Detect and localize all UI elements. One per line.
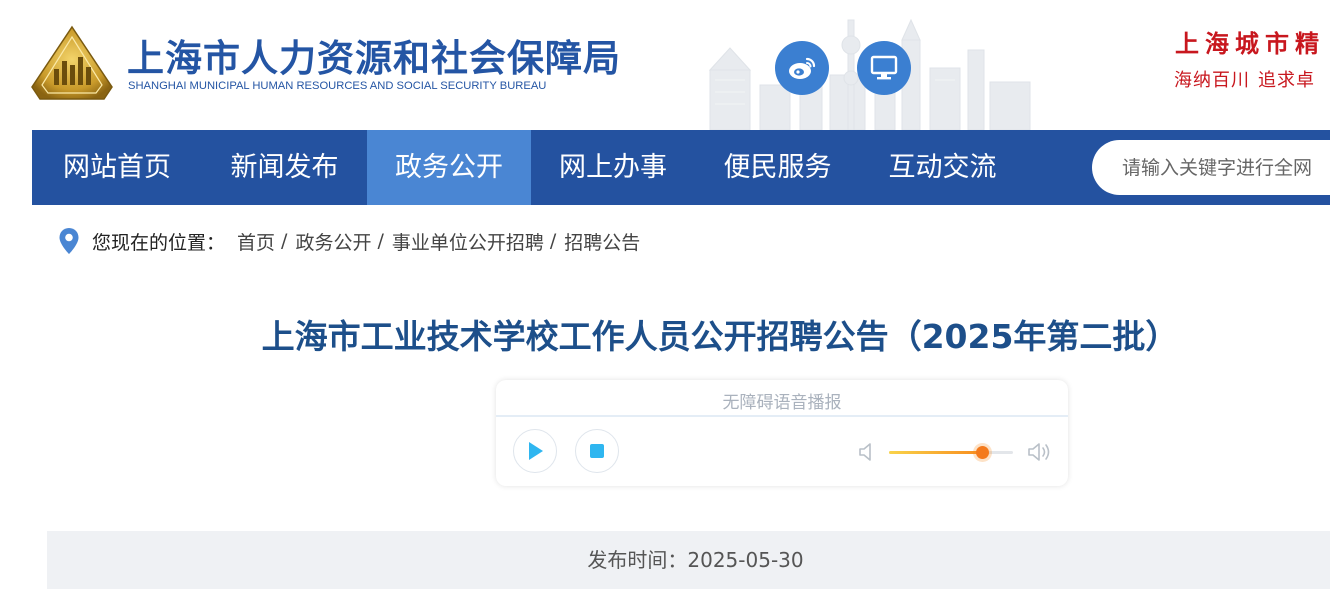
player-label: 无障碍语音播报 <box>722 393 842 413</box>
monitor-icon <box>870 55 898 80</box>
player-divider <box>496 415 1068 417</box>
volume-fill <box>889 451 982 454</box>
volume-low-icon[interactable] <box>858 441 876 463</box>
slogan-part-2: 追求卓 <box>1258 70 1315 91</box>
volume-knob[interactable] <box>976 446 989 459</box>
desktop-version-button[interactable] <box>857 41 911 95</box>
breadcrumb-recruitment-notice[interactable]: 招聘公告 <box>564 228 640 255</box>
voice-broadcast-player: 无障碍语音播报 <box>496 380 1068 486</box>
site-header: 上海市人力资源和社会保障局 SHANGHAI MUNICIPAL HUMAN R… <box>0 0 1330 130</box>
stop-button[interactable] <box>575 429 619 473</box>
nav-item-news[interactable]: 新闻发布 <box>202 130 367 205</box>
publish-info-bar: 发布时间：2025-05-30 <box>47 531 1330 589</box>
article-title: 上海市工业技术学校工作人员公开招聘公告（2025年第二批） <box>261 317 1179 356</box>
breadcrumb: 您现在的位置： 首页 / 政务公开 / 事业单位公开招聘 / 招聘公告 <box>58 226 640 256</box>
city-slogan: 上海城市精 <box>1175 29 1325 58</box>
publish-time-label: 发布时间： <box>587 548 688 572</box>
search-input[interactable] <box>1120 152 1330 184</box>
location-pin-icon <box>59 228 79 254</box>
bureau-logo <box>31 25 113 100</box>
breadcrumb-separator: / <box>281 230 288 252</box>
publish-date: 2025-05-30 <box>687 548 804 572</box>
main-nav: 网站首页 新闻发布 政务公开 网上办事 便民服务 互动交流 <box>32 130 1330 205</box>
publish-time: 发布时间：2025-05-30 <box>47 531 1330 589</box>
nav-item-government-affairs[interactable]: 政务公开 <box>367 130 531 205</box>
city-slogan-sub: 海纳百川 追求卓 <box>1174 66 1323 92</box>
breadcrumb-prefix: 您现在的位置： <box>92 231 226 254</box>
nav-item-public-services[interactable]: 便民服务 <box>695 130 860 205</box>
nav-item-home[interactable]: 网站首页 <box>32 130 202 205</box>
play-button[interactable] <box>513 429 557 473</box>
breadcrumb-separator: / <box>377 230 384 252</box>
breadcrumb-government-affairs[interactable]: 政务公开 <box>295 228 371 255</box>
nav-item-online-services[interactable]: 网上办事 <box>531 130 695 205</box>
slogan-part-1: 海纳百川 <box>1174 70 1250 91</box>
nav-item-interaction[interactable]: 互动交流 <box>860 130 1025 205</box>
site-subtitle: SHANGHAI MUNICIPAL HUMAN RESOURCES AND S… <box>128 80 547 92</box>
breadcrumb-home[interactable]: 首页 <box>237 228 275 255</box>
weibo-icon <box>789 57 816 79</box>
volume-high-icon[interactable] <box>1027 441 1053 463</box>
breadcrumb-separator: / <box>549 230 557 252</box>
play-icon <box>529 442 543 460</box>
search-box <box>1092 140 1330 195</box>
volume-slider[interactable] <box>889 446 1013 459</box>
breadcrumb-public-recruitment[interactable]: 事业单位公开招聘 <box>392 228 544 255</box>
site-title: 上海市人力资源和社会保障局 <box>127 37 621 80</box>
weibo-button[interactable] <box>775 41 829 95</box>
stop-icon <box>590 444 604 458</box>
